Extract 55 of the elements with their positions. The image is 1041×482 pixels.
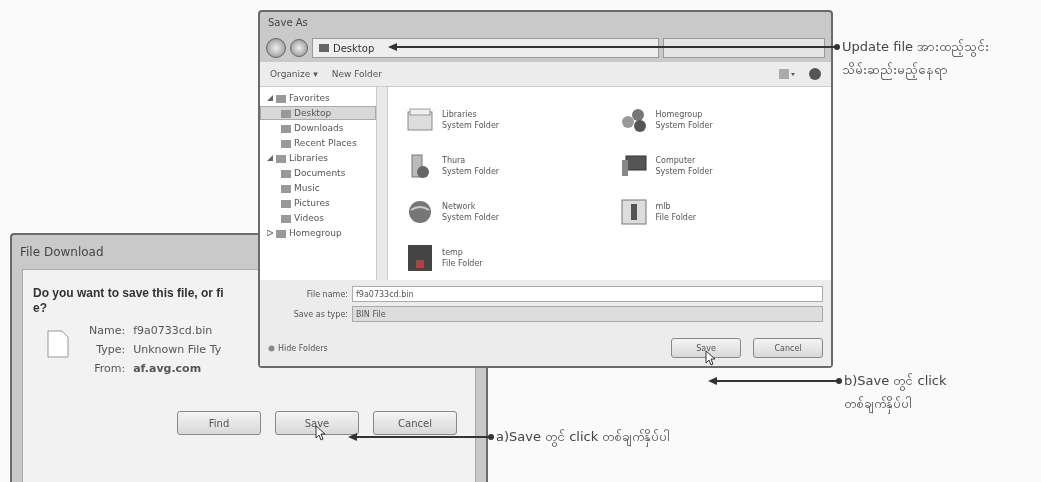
dialog-button[interactable]: Find xyxy=(177,411,261,435)
expanded-icon[interactable] xyxy=(267,95,273,101)
nav-item[interactable]: Videos xyxy=(260,211,376,225)
nav-item[interactable]: Pictures xyxy=(260,196,376,210)
field-label: Save as type: xyxy=(292,309,348,319)
callout-text: b)Save တွင် click xyxy=(844,372,947,391)
dialog-button[interactable]: Cancel xyxy=(753,338,823,358)
detail-label: Type: xyxy=(95,343,126,356)
back-icon[interactable] xyxy=(266,38,286,58)
dot-icon xyxy=(268,344,275,352)
folder-item[interactable]: temp File Folder xyxy=(406,235,600,281)
hide-folders-toggle[interactable]: Hide Folders xyxy=(268,343,328,353)
nav-item[interactable]: Desktop xyxy=(260,106,376,120)
detail-value: Unknown File Ty xyxy=(133,343,222,356)
file-type-dropdown[interactable]: BIN File xyxy=(352,306,823,322)
field-label: File name: xyxy=(305,289,348,299)
nav-item[interactable]: Documents xyxy=(260,166,376,180)
file-icon xyxy=(47,330,69,358)
detail-label: From: xyxy=(93,362,126,375)
question-text: Do you want to save this file, or fi e? xyxy=(33,286,224,316)
callout-text: သိမ်းဆည်းမည့်နေရာ xyxy=(842,61,990,80)
view-icon[interactable] xyxy=(779,69,795,79)
help-icon[interactable] xyxy=(809,68,821,80)
collapsed-icon[interactable] xyxy=(267,230,273,236)
file-name-field[interactable]: f9a0733cd.bin xyxy=(352,286,823,302)
detail-value: af.avg.com xyxy=(133,362,203,375)
toolbar-button[interactable]: Organize ▾ xyxy=(270,69,318,79)
nav-item[interactable]: Recent Places xyxy=(260,136,376,150)
search-field[interactable] xyxy=(663,38,825,58)
folder-item[interactable]: mlb File Folder xyxy=(619,189,813,235)
nav-item[interactable]: Favorites xyxy=(260,91,376,105)
pointer-icon xyxy=(315,425,328,442)
detail-label: Name: xyxy=(89,324,126,337)
address-bar[interactable]: Desktop xyxy=(312,38,659,58)
detail-value: f9a0733cd.bin xyxy=(133,324,214,337)
nav-item[interactable]: Music xyxy=(260,181,376,195)
folder-item[interactable]: Thura System Folder xyxy=(406,143,600,189)
expanded-icon[interactable] xyxy=(267,155,273,161)
folder-item[interactable]: Homegroup System Folder xyxy=(619,97,813,143)
nav-item[interactable]: Homegroup xyxy=(260,226,376,240)
callout-text: Update file အားထည့်သွင်း xyxy=(842,38,990,57)
dialog-button[interactable]: Cancel xyxy=(373,411,457,435)
window-title: File Download xyxy=(19,244,105,261)
callout-text: a)Save တွင် click တစ်ချက်နှိပ်ပါ xyxy=(496,428,671,447)
scrollbar[interactable] xyxy=(376,87,388,280)
nav-item[interactable]: Downloads xyxy=(260,121,376,135)
callout-text: တစ်ချက်နှိပ်ပါ xyxy=(844,395,947,414)
folder-item[interactable]: Libraries System Folder xyxy=(406,97,600,143)
folder-item[interactable]: Network System Folder xyxy=(406,189,600,235)
pointer-icon xyxy=(704,349,717,366)
window-title: Save As xyxy=(267,16,309,30)
forward-icon[interactable] xyxy=(290,39,308,57)
folder-item[interactable]: Computer System Folder xyxy=(619,143,813,189)
nav-item[interactable]: Libraries xyxy=(260,151,376,165)
toolbar-button[interactable]: New Folder xyxy=(331,69,382,79)
